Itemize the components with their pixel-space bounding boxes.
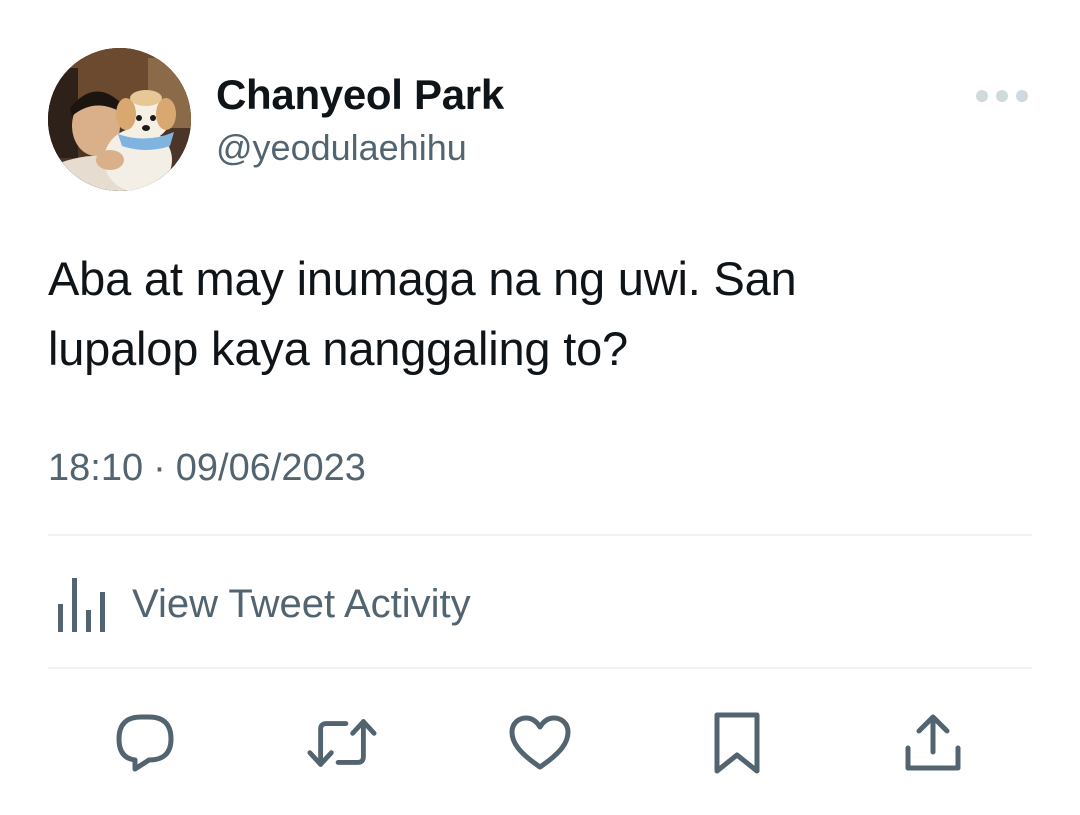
view-tweet-activity-link[interactable]: View Tweet Activity [56, 572, 471, 636]
bar-chart-icon [58, 578, 105, 632]
more-options-button[interactable] [962, 80, 1042, 112]
reply-button[interactable] [110, 708, 180, 778]
view-tweet-activity-label: View Tweet Activity [132, 582, 471, 626]
share-button[interactable] [898, 708, 968, 778]
user-handle[interactable]: @yeodulaehihu [216, 126, 467, 170]
tweet-text: Aba at may inumaga na ng uwi. San lupalo… [48, 252, 797, 375]
retweet-button[interactable] [307, 708, 377, 778]
display-name[interactable]: Chanyeol Park [216, 70, 504, 120]
heart-icon [509, 715, 571, 770]
divider [48, 534, 1032, 536]
avatar[interactable] [48, 48, 191, 191]
share-upload-icon [905, 714, 961, 771]
meta-separator: · [153, 447, 166, 489]
like-button[interactable] [505, 708, 575, 778]
more-dots-icon [976, 90, 1028, 102]
bookmark-button[interactable] [702, 708, 772, 778]
tweet-time: 18:10 [48, 447, 144, 489]
comment-bubble-icon [116, 714, 174, 772]
retweet-arrows-icon [307, 719, 377, 767]
divider [48, 667, 1032, 669]
avatar-photo [48, 48, 191, 191]
tweet-date: 09/06/2023 [175, 447, 366, 489]
bookmark-icon [714, 712, 760, 774]
tweet-timestamp[interactable]: 18:10 · 09/06/2023 [48, 446, 366, 490]
tweet-detail-card: Chanyeol Park @yeodulaehihu Aba at may i… [0, 0, 1080, 815]
